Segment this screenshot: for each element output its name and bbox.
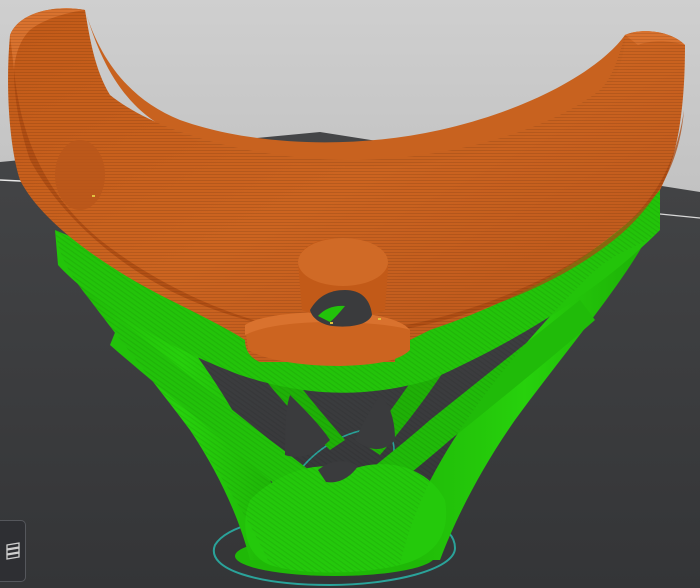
layers-icon xyxy=(5,542,20,560)
print-preview-scene[interactable] xyxy=(0,0,700,588)
3d-viewport[interactable] xyxy=(0,0,700,588)
layer-view-button[interactable] xyxy=(0,520,26,582)
